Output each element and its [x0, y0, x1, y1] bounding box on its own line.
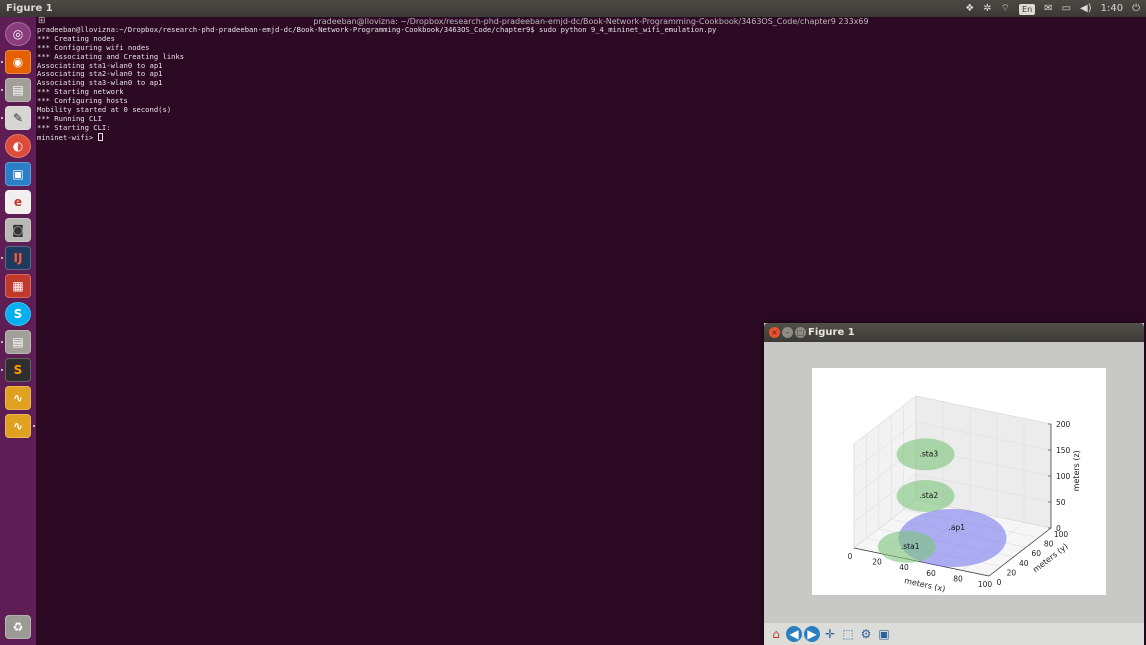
node-label-sta3: .sta3: [920, 449, 939, 458]
trash-icon[interactable]: ♻: [5, 615, 31, 639]
terminal-line: Associating sta1-wlan0 to ap1: [37, 60, 163, 70]
top-panel: Figure 1 ❖ ✲ ⌔ En ✉ ▭ ◀) 1:40 ⏻: [0, 0, 1146, 17]
screenshot-icon[interactable]: ◙: [5, 218, 31, 242]
node-label-sta2: .sta2: [920, 491, 939, 500]
z-axis-label: meters (z): [1072, 450, 1081, 491]
files-icon[interactable]: ▤: [5, 78, 31, 102]
y-tick-label: 40: [1019, 559, 1029, 568]
figure-title: Figure 1: [808, 327, 855, 338]
back-arrow-icon[interactable]: ◀: [786, 626, 802, 642]
volume-icon[interactable]: ◀): [1080, 0, 1092, 17]
terminal-line: *** Starting network: [37, 87, 124, 97]
home-icon[interactable]: ⌂: [768, 626, 784, 642]
pan-icon[interactable]: ✛: [822, 626, 838, 642]
terminal-line: *** Configuring hosts: [37, 96, 128, 106]
eclipse-icon[interactable]: e: [5, 190, 31, 214]
firefox-icon[interactable]: ◉: [5, 50, 31, 74]
save-icon[interactable]: ▣: [876, 626, 892, 642]
terminal-cursor: [97, 132, 103, 141]
clock[interactable]: 1:40: [1101, 0, 1123, 17]
plot-canvas[interactable]: 0 20 40 60 80 100 0 20 40 60 80 100 0 50 100 150 200 mete…: [812, 368, 1106, 595]
cli-prompt: mininet-wifi>: [37, 132, 98, 142]
terminal-line: *** Creating nodes: [37, 33, 115, 43]
terminal-line: Associating sta3-wlan0 to ap1: [37, 78, 163, 88]
figure-toolbar: ⌂ ◀ ▶ ✛ ⬚ ⚙ ▣: [764, 623, 1144, 645]
z-tick-label: 100: [1056, 472, 1071, 481]
waveform-icon[interactable]: ∿: [5, 386, 31, 410]
configure-subplots-icon[interactable]: ⚙: [858, 626, 874, 642]
x-tick-label: 80: [953, 574, 963, 583]
figure-window[interactable]: × – □ Figure 1 0 20 40 60 80 100 0 20 40 60 80 100 0…: [764, 323, 1144, 645]
z-tick-label: 150: [1056, 446, 1071, 455]
active-app-title: Figure 1: [6, 3, 53, 14]
figure-titlebar[interactable]: × – □ Figure 1: [764, 323, 1144, 342]
intellij-icon[interactable]: IJ: [5, 246, 31, 270]
terminal-line: *** Associating and Creating links: [37, 51, 185, 61]
node-label-sta1: .sta1: [901, 542, 920, 551]
z-tick-label: 0: [1056, 524, 1061, 533]
dropbox-icon[interactable]: ❖: [965, 0, 974, 17]
terminal-line: *** Configuring wifi nodes: [37, 42, 150, 52]
terminal-prompt-line: pradeeban@llovizna:~/Dropbox/research-ph…: [37, 25, 717, 34]
keyboard-language[interactable]: En: [1019, 3, 1036, 15]
z-tick-label: 200: [1056, 420, 1071, 429]
terminal-line: *** Running CLI: [37, 113, 102, 123]
y-tick-label: 80: [1044, 540, 1054, 549]
y-tick-label: 60: [1031, 549, 1041, 558]
y-tick-label: 0: [997, 578, 1002, 587]
node-label-ap1: .ap1: [949, 523, 966, 532]
libreoffice-impress-icon[interactable]: ▣: [5, 162, 31, 186]
x-tick-label: 20: [872, 558, 882, 567]
terminal-line: *** Starting CLI:: [37, 122, 111, 132]
x-tick-label: 60: [926, 569, 936, 578]
dash-icon[interactable]: ◎: [5, 22, 31, 46]
close-icon[interactable]: ×: [769, 327, 780, 338]
app-icon[interactable]: ▦: [5, 274, 31, 298]
indicator-area: ❖ ✲ ⌔ En ✉ ▭ ◀) 1:40 ⏻: [965, 0, 1140, 17]
text-editor-icon[interactable]: ✎: [5, 106, 31, 130]
battery-icon[interactable]: ▭: [1062, 0, 1071, 17]
3d-plot: 020406080100 020406080100050100150200mete…: [848, 395, 1081, 594]
y-tick-label: 20: [1007, 568, 1017, 577]
z-tick-label: 50: [1056, 498, 1066, 507]
chrome-icon[interactable]: ◐: [5, 134, 31, 158]
x-axis-label: meters (x): [903, 576, 946, 593]
terminal-line: Mobility started at 0 second(s): [37, 105, 172, 115]
skype-icon[interactable]: S: [5, 302, 31, 326]
files-icon[interactable]: ▤: [5, 330, 31, 354]
mail-icon[interactable]: ✉: [1044, 0, 1052, 17]
sublime-icon[interactable]: S: [5, 358, 31, 382]
wifi-icon[interactable]: ⌔: [1001, 0, 1010, 17]
x-tick-label: 0: [848, 552, 853, 561]
terminal-line: Associating sta2-wlan0 to ap1: [37, 69, 163, 79]
waveform-icon[interactable]: ∿: [5, 414, 31, 438]
minimize-icon[interactable]: –: [782, 327, 793, 338]
x-tick-label: 100: [978, 580, 993, 589]
launcher: ◎ ◉ ▤ ✎ ◐ ▣ e ◙ IJ ▦ S ▤ S ∿ ∿ ♻: [0, 17, 36, 645]
power-icon[interactable]: ⏻: [1132, 0, 1140, 17]
x-tick-label: 40: [899, 563, 909, 572]
forward-arrow-icon[interactable]: ▶: [804, 626, 820, 642]
zoom-icon[interactable]: ⬚: [840, 626, 856, 642]
cli-line: mininet-wifi>: [37, 132, 1137, 142]
updates-icon[interactable]: ✲: [983, 0, 991, 17]
maximize-icon[interactable]: □: [795, 327, 806, 338]
